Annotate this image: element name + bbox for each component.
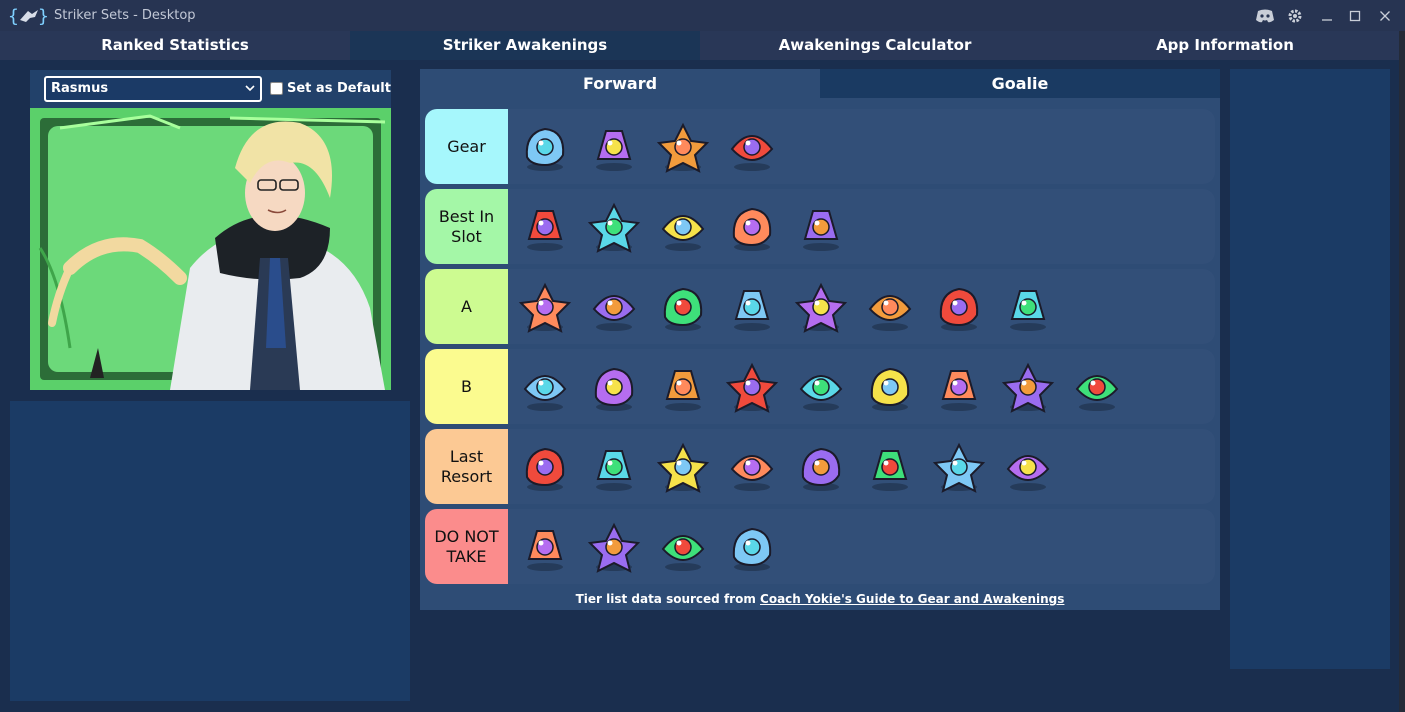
sneaker-gear-icon[interactable] <box>586 119 642 175</box>
tv-awakening-icon[interactable] <box>793 199 849 255</box>
tab-striker-awakenings[interactable]: Striker Awakenings <box>350 31 700 60</box>
orange-fox-awakening-icon[interactable] <box>724 519 780 575</box>
right-panel <box>1230 69 1390 669</box>
app-logo-icon: { } <box>8 6 48 27</box>
main-tab-bar: Ranked Statistics Striker Awakenings Awa… <box>0 31 1400 60</box>
tier-label: Last Resort <box>425 429 508 504</box>
tier-label: A <box>425 269 508 344</box>
window-edge <box>1399 31 1405 712</box>
clock-awakening-icon[interactable] <box>862 359 918 415</box>
maximize-icon[interactable] <box>1344 6 1366 26</box>
can-awakening-icon[interactable] <box>655 279 711 335</box>
gauntlet-gear-icon[interactable] <box>724 119 780 175</box>
tier-label: DO NOT TAKE <box>425 509 508 584</box>
robot-awakening-icon[interactable] <box>517 199 573 255</box>
cactus-awakening-icon[interactable] <box>586 519 642 575</box>
tier-source-note: Tier list data sourced from Coach Yokie'… <box>420 592 1220 606</box>
tier-label: Best In Slot <box>425 189 508 264</box>
serpent-awakening-icon[interactable] <box>793 439 849 495</box>
dumbbell-awakening-icon[interactable] <box>586 439 642 495</box>
tier-list-panel: Forward Goalie Gear Best In Slot A B Last Re… <box>420 69 1220 610</box>
cat-awakening-icon[interactable] <box>793 359 849 415</box>
fireball-awakening-icon[interactable] <box>586 279 642 335</box>
fist-awakening-icon[interactable] <box>655 439 711 495</box>
svg-text:{: { <box>8 6 19 27</box>
source-prefix: Tier list data sourced from <box>575 592 761 606</box>
tier-label-text: Last Resort <box>440 446 493 486</box>
rocket-awakening-icon[interactable] <box>793 279 849 335</box>
castle-gear-icon[interactable] <box>655 119 711 175</box>
tier-label-text: Gear <box>447 136 486 156</box>
minimize-icon[interactable] <box>1316 6 1338 26</box>
tier-label-text: B <box>461 376 472 396</box>
tier-label: Gear <box>425 109 508 184</box>
close-icon[interactable] <box>1374 6 1396 26</box>
pancake-awakening-icon[interactable] <box>931 359 987 415</box>
hourglass-awakening-icon[interactable] <box>586 199 642 255</box>
mask-awakening-icon[interactable] <box>655 359 711 415</box>
tier-row: DO NOT TAKE <box>425 509 1215 584</box>
striker-portrait <box>30 108 391 390</box>
orbs-awakening-icon[interactable] <box>1000 439 1056 495</box>
star-awakening-icon[interactable] <box>517 359 573 415</box>
witch-awakening-icon[interactable] <box>724 439 780 495</box>
leaf-awakening-icon[interactable] <box>1000 359 1056 415</box>
tier-row: Last Resort <box>425 429 1215 504</box>
tier-row: B <box>425 349 1215 424</box>
tab-awakenings-calculator[interactable]: Awakenings Calculator <box>700 31 1050 60</box>
discord-icon[interactable] <box>1254 6 1276 26</box>
wings-awakening-icon[interactable] <box>517 279 573 335</box>
coin-awakening-icon[interactable] <box>862 439 918 495</box>
tab-app-information[interactable]: App Information <box>1050 31 1400 60</box>
subtab-goalie[interactable]: Goalie <box>820 69 1220 98</box>
settings-gear-icon[interactable] <box>1284 6 1306 26</box>
fox-awakening-icon[interactable] <box>655 199 711 255</box>
tier-row: Gear <box>425 109 1215 184</box>
title-bar: { } Striker Sets - Desktop <box>0 0 1405 32</box>
tier-label-text: DO NOT TAKE <box>434 526 499 566</box>
top-hat-awakening-icon[interactable] <box>586 359 642 415</box>
tier-row: A <box>425 269 1215 344</box>
striker-select-value: Rasmus <box>51 81 109 96</box>
subtab-forward[interactable]: Forward <box>420 69 820 98</box>
shark-awakening-icon[interactable] <box>724 279 780 335</box>
svg-text:}: } <box>38 6 48 27</box>
comet-awakening-icon[interactable] <box>655 519 711 575</box>
tier-label: B <box>425 349 508 424</box>
target-awakening-icon[interactable] <box>1069 359 1125 415</box>
window-title: Striker Sets - Desktop <box>54 8 196 23</box>
bow-awakening-icon[interactable] <box>931 439 987 495</box>
cherry-awakening-icon[interactable] <box>1000 279 1056 335</box>
cannon-awakening-icon[interactable] <box>724 359 780 415</box>
flame-awakening-icon[interactable] <box>862 279 918 335</box>
tab-ranked-statistics[interactable]: Ranked Statistics <box>0 31 350 60</box>
source-link[interactable]: Coach Yokie's Guide to Gear and Awakenin… <box>760 592 1064 606</box>
tier-row: Best In Slot <box>425 189 1215 264</box>
tier-label-text: Best In Slot <box>438 206 495 246</box>
bee-awakening-icon[interactable] <box>517 439 573 495</box>
gem-awakening-icon[interactable] <box>724 199 780 255</box>
striker-select[interactable]: Rasmus <box>44 76 262 102</box>
left-lower-panel <box>10 401 410 701</box>
striker-panel: Rasmus Set as Default <box>30 70 391 390</box>
set-default-checkbox[interactable] <box>270 82 283 95</box>
tier-label-text: A <box>461 296 472 316</box>
jelly-gear-icon[interactable] <box>517 119 573 175</box>
chevron-down-icon <box>245 85 255 92</box>
popcorn-awakening-icon[interactable] <box>931 279 987 335</box>
set-default-label: Set as Default <box>287 81 391 96</box>
pillar-awakening-icon[interactable] <box>517 519 573 575</box>
